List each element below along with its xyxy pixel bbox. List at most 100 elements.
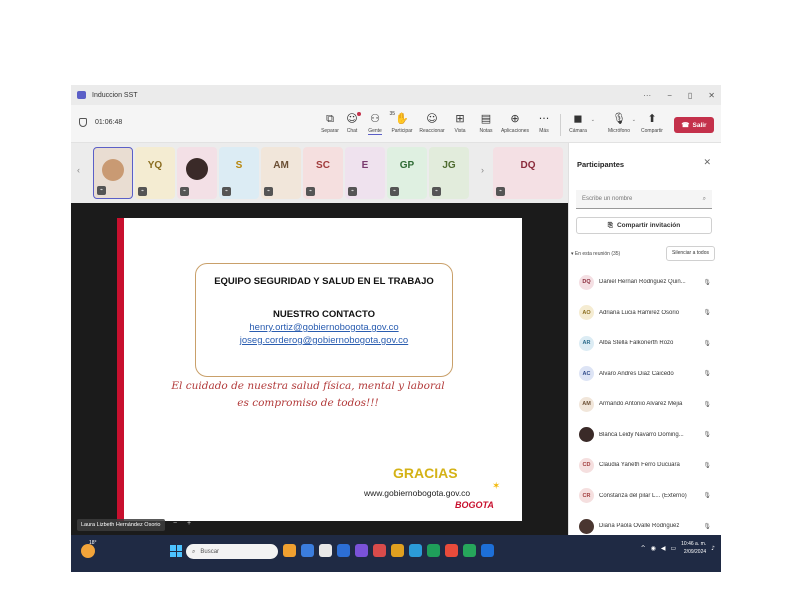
participant-tile[interactable]: YQ ⌁ [135,147,175,199]
taskbar-app-icon[interactable] [319,544,332,557]
taskbar-app-icon[interactable] [391,544,404,557]
taskbar-app-icon[interactable] [445,544,458,557]
zoom-in-icon[interactable]: + [187,520,191,527]
participant-row[interactable]: CR Constanza del pilar L... (Externo) 🎙 [579,488,711,504]
participant-search-input[interactable]: Escribe un nombre ⌕ [576,190,712,209]
mic-muted-icon: 🎙 [703,522,711,530]
tile-initials: GP [399,160,415,171]
chat-icon: ☺ [346,111,361,126]
toolbar-raise-hand-button[interactable]: ✋ Participar [389,111,415,134]
participant-row[interactable]: Blanca Leidy Navarro Doming... 🎙 [579,427,711,443]
share-invite-button[interactable]: ⎘ Compartir invitación [576,217,712,234]
slide-accent-bar [117,218,124,521]
shared-slide: EQUIPO SEGURIDAD Y SALUD EN EL TRABAJO N… [117,218,522,521]
tray-chevron-icon[interactable]: ^ [641,545,646,552]
chevron-down-icon[interactable]: ⌄ [632,117,636,123]
minimize-icon[interactable]: − [667,91,672,100]
toolbar-people-button[interactable]: ⚇ Gente 35 [362,111,395,135]
taskbar-app-icon[interactable] [481,544,494,557]
wifi-icon[interactable]: ◉ [651,545,656,552]
taskbar-app-icon[interactable] [373,544,386,557]
taskbar-app-icon[interactable] [283,544,296,557]
participant-strip: ‹ ⌁ YQ ⌁ ⌁ S ⌁ AM ⌁ SC ⌁ E ⌁ GP ⌁ JG ⌁ DQ ⌁ › [71,143,568,203]
window-more-icon[interactable]: ··· [643,91,651,100]
mic-muted-icon: 🎙 [703,492,711,499]
start-button[interactable] [170,545,182,557]
participant-tile[interactable]: DQ ⌁ [493,147,563,199]
participant-tile[interactable]: E ⌁ [345,147,385,199]
teams-app-icon [77,91,86,99]
strip-next-icon[interactable]: › [481,165,484,175]
participant-row[interactable]: AO Adriana Lucia Ramirez Osorio 🎙 [579,305,711,321]
taskbar-app-icon[interactable] [337,544,350,557]
email-link-1[interactable]: henry.ortiz@gobiernobogota.gov.co [196,322,452,333]
participant-tile[interactable]: JG ⌁ [429,147,469,199]
taskbar-search[interactable]: ⌕ Buscar [186,544,278,559]
weather-icon[interactable] [81,544,95,558]
participant-tile[interactable]: S ⌁ [219,147,259,199]
volume-icon[interactable]: ◀ [661,545,666,552]
participant-name: Adriana Lucia Ramirez Osorio [599,309,680,316]
invite-icon: ⎘ [607,221,613,229]
toolbar-divider [560,114,561,136]
taskbar-app-icon[interactable] [301,544,314,557]
participant-row[interactable]: AM Armando Antonio Alvarez Mejia 🎙 [579,396,711,412]
participant-row[interactable]: CD Claudia Yaneth Ferro Ducuara 🎙 [579,457,711,473]
toolbar-camera-off-button[interactable]: ◼ Cámara ⌄ [565,111,595,134]
chevron-down-icon[interactable]: ⌄ [591,117,595,123]
battery-icon[interactable]: ▭ [670,545,676,552]
notification-bell-icon[interactable]: ♪ [711,545,715,552]
toolbar-view-button[interactable]: ⊞ Vista [447,111,473,134]
participant-name: Blanca Leidy Navarro Doming... [599,431,684,438]
participant-row[interactable]: AC Alvaro Andres Diaz Caicedo 🎙 [579,366,711,382]
email-link-2[interactable]: joseg.corderog@gobiernobogota.gov.co [196,335,452,346]
toolbar-button-label: Notas [479,128,493,134]
temperature: 18° [89,540,97,546]
clock[interactable]: 10:46 a. m. 2/09/2024 [681,540,706,556]
raise-hand-icon: ✋ [395,112,409,125]
toolbar-more-button[interactable]: ··· Más [531,111,557,134]
avatar [102,159,124,181]
mic-off-icon: 🎙 [612,112,626,125]
taskbar-app-icon[interactable] [409,544,422,557]
toolbar-apps-button[interactable]: ⊕ Aplicaciones [501,111,529,134]
mic-muted-icon: 🎙 [703,278,711,286]
windows-taskbar: 18° ⌕ Buscar ^ ◉ ◀ ▭ 10:46 a. m. 2/09/20… [71,535,721,572]
website-text: www.gobiernobogota.gov.co [364,488,471,498]
taskbar-app-icon[interactable] [355,544,368,557]
participant-tile[interactable]: SC ⌁ [303,147,343,199]
avatar [186,158,208,180]
mute-all-button[interactable]: Silenciar a todos [666,246,715,261]
participant-row[interactable]: Diana Paola Ovalle Rodriguez 🎙 [579,518,711,534]
close-panel-icon[interactable]: ✕ [703,157,711,168]
taskbar-app-icon[interactable] [463,544,476,557]
mic-muted-icon: ⌁ [348,187,357,196]
participants-panel: Participantes ✕ Escribe un nombre ⌕ ⎘ Co… [568,143,721,535]
close-window-icon[interactable]: ✕ [708,91,715,100]
thanks-text: GRACIAS [393,465,458,481]
participant-row[interactable]: DQ Daniel Hernan Rodriguez Quin... 🎙 [579,274,711,290]
panel-title: Participantes [577,160,625,169]
participant-tile[interactable]: AM ⌁ [261,147,301,199]
zoom-out-icon[interactable]: − [173,520,177,527]
slide-heading: EQUIPO SEGURIDAD Y SALUD EN EL TRABAJO [214,276,434,287]
toolbar-mic-off-button[interactable]: 🎙 Micrófono ⌄ [606,111,636,134]
search-icon: ⌕ [702,195,706,202]
avatar [579,427,594,442]
slogan-line-2: es compromiso de todos!!! [237,397,379,409]
toolbar-react-button[interactable]: ☺ Reaccionar [419,111,445,134]
maximize-icon[interactable]: ▯ [688,91,692,100]
participant-tile[interactable]: ⌁ [93,147,133,199]
toolbar-button-label: Separar [321,128,339,134]
toolbar-notes-button[interactable]: ▤ Notas [473,111,499,134]
toolbar-button-label: Reaccionar [419,128,445,134]
strip-prev-icon[interactable]: ‹ [77,165,80,175]
in-meeting-section[interactable]: ▾ En esta reunión (35) [571,251,620,257]
participant-tile[interactable]: ⌁ [177,147,217,199]
toolbar-share-button[interactable]: ⬆ Compartir [639,111,665,134]
leave-button[interactable]: ☎ Salir [674,117,714,133]
participant-tile[interactable]: GP ⌁ [387,147,427,199]
participant-row[interactable]: AR Alba Stella Falkonerth Rozo 🎙 [579,335,711,351]
taskbar-app-icon[interactable] [427,544,440,557]
view-icon: ⊞ [455,112,465,125]
